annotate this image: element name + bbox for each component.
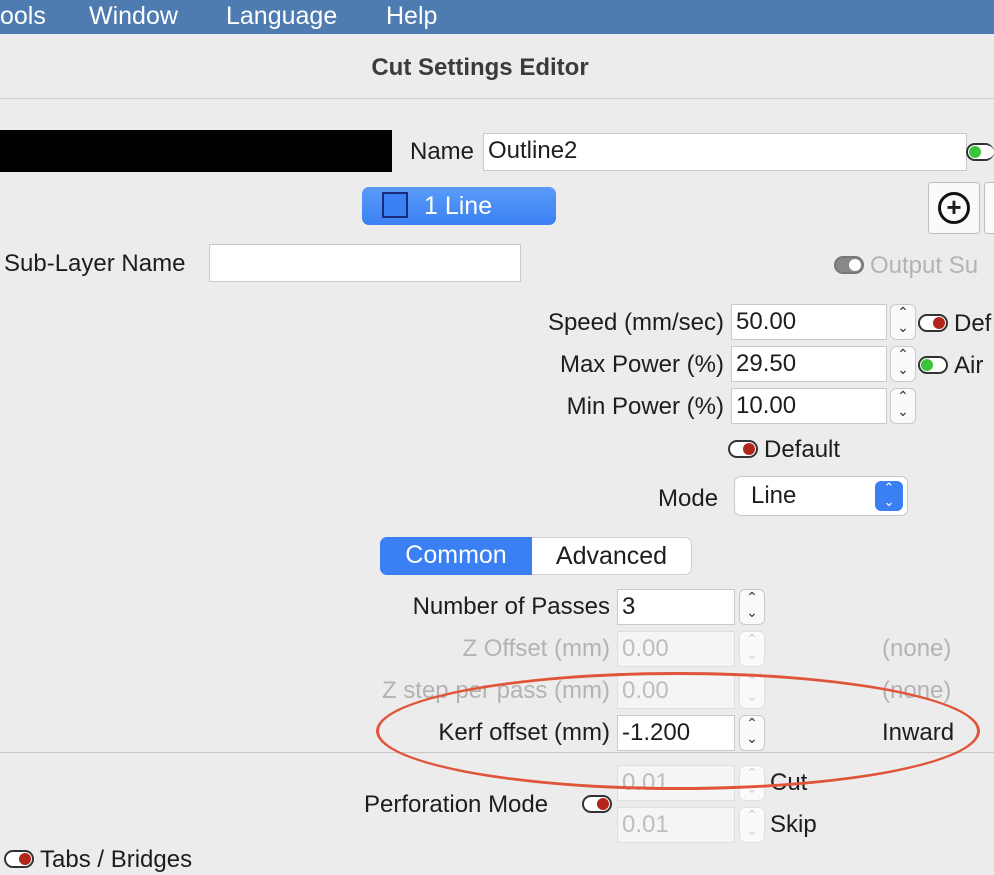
air-assist-label: Air	[954, 352, 984, 379]
window-title: Cut Settings Editor	[371, 54, 589, 81]
name-input[interactable]: Outline2	[483, 133, 967, 171]
z-offset-stepper: ⌃ ⌄	[739, 631, 765, 667]
max-power-stepper[interactable]: ⌃ ⌄	[890, 346, 916, 382]
passes-input[interactable]: 3	[617, 589, 735, 625]
mode-select[interactable]: Line ⌃ ⌄	[734, 476, 908, 516]
perforation-skip-input: 0.01	[617, 807, 735, 843]
speed-label: Speed (mm/sec)	[547, 309, 724, 336]
min-power-label: Min Power (%)	[566, 393, 724, 420]
perforation-toggle-icon[interactable]	[582, 795, 612, 813]
layer-button-label: 1 Line	[424, 192, 493, 220]
tabs-bridges-toggle-icon[interactable]	[4, 850, 34, 868]
z-offset-unit: (none)	[882, 635, 952, 662]
default-toggle-icon[interactable]	[728, 440, 758, 458]
layer-color-button[interactable]: 1 Line	[362, 187, 556, 225]
z-offset-label: Z Offset (mm)	[462, 635, 610, 662]
output-sublayer-toggle-icon[interactable]	[834, 256, 864, 274]
air-assist-toggle-icon[interactable]	[918, 356, 948, 374]
menu-bar: ools Window Language Help	[0, 0, 994, 34]
menu-window[interactable]: Window	[89, 1, 178, 31]
annotation-ellipse	[376, 672, 980, 790]
plus-circle-icon: +	[938, 192, 970, 224]
layer-color-swatch-icon	[382, 192, 408, 218]
menu-tools[interactable]: ools	[0, 1, 46, 31]
mode-label: Mode	[658, 485, 719, 512]
max-power-input[interactable]: 29.50	[731, 346, 887, 382]
tab-advanced[interactable]: Advanced	[532, 537, 692, 575]
passes-label: Number of Passes	[412, 593, 610, 620]
z-offset-input: 0.00	[617, 631, 735, 667]
remove-sublayer-button[interactable]	[984, 182, 994, 234]
add-sublayer-button[interactable]: +	[928, 182, 980, 234]
mode-select-value: Line	[751, 482, 797, 509]
sublayer-name-input[interactable]	[209, 244, 521, 282]
min-power-input[interactable]: 10.00	[731, 388, 887, 424]
perforation-skip-label: Skip	[770, 811, 817, 838]
window-titlebar: Cut Settings Editor	[0, 34, 994, 99]
select-arrows-icon: ⌃ ⌄	[875, 481, 903, 511]
speed-default-toggle-icon[interactable]	[918, 314, 948, 332]
name-label: Name	[410, 138, 475, 165]
speed-default-label: Def	[954, 310, 992, 337]
max-power-label: Max Power (%)	[559, 351, 724, 378]
menu-help[interactable]: Help	[386, 1, 437, 31]
default-label: Default	[764, 436, 841, 463]
perforation-skip-stepper: ⌃ ⌄	[739, 807, 765, 843]
output-sublayer-label: Output Su	[870, 252, 979, 279]
passes-stepper[interactable]: ⌃ ⌄	[739, 589, 765, 625]
min-power-stepper[interactable]: ⌃ ⌄	[890, 388, 916, 424]
perforation-mode-label: Perforation Mode	[364, 791, 549, 818]
sublayer-name-label: Sub-Layer Name	[4, 250, 186, 277]
speed-input[interactable]: 50.00	[731, 304, 887, 340]
tab-common[interactable]: Common	[380, 537, 532, 575]
menu-language[interactable]: Language	[226, 1, 337, 31]
redacted-area	[0, 130, 392, 172]
tabs-bridges-label: Tabs / Bridges	[40, 846, 193, 873]
name-toggle-icon[interactable]	[966, 143, 994, 161]
speed-stepper[interactable]: ⌃ ⌄	[890, 304, 916, 340]
